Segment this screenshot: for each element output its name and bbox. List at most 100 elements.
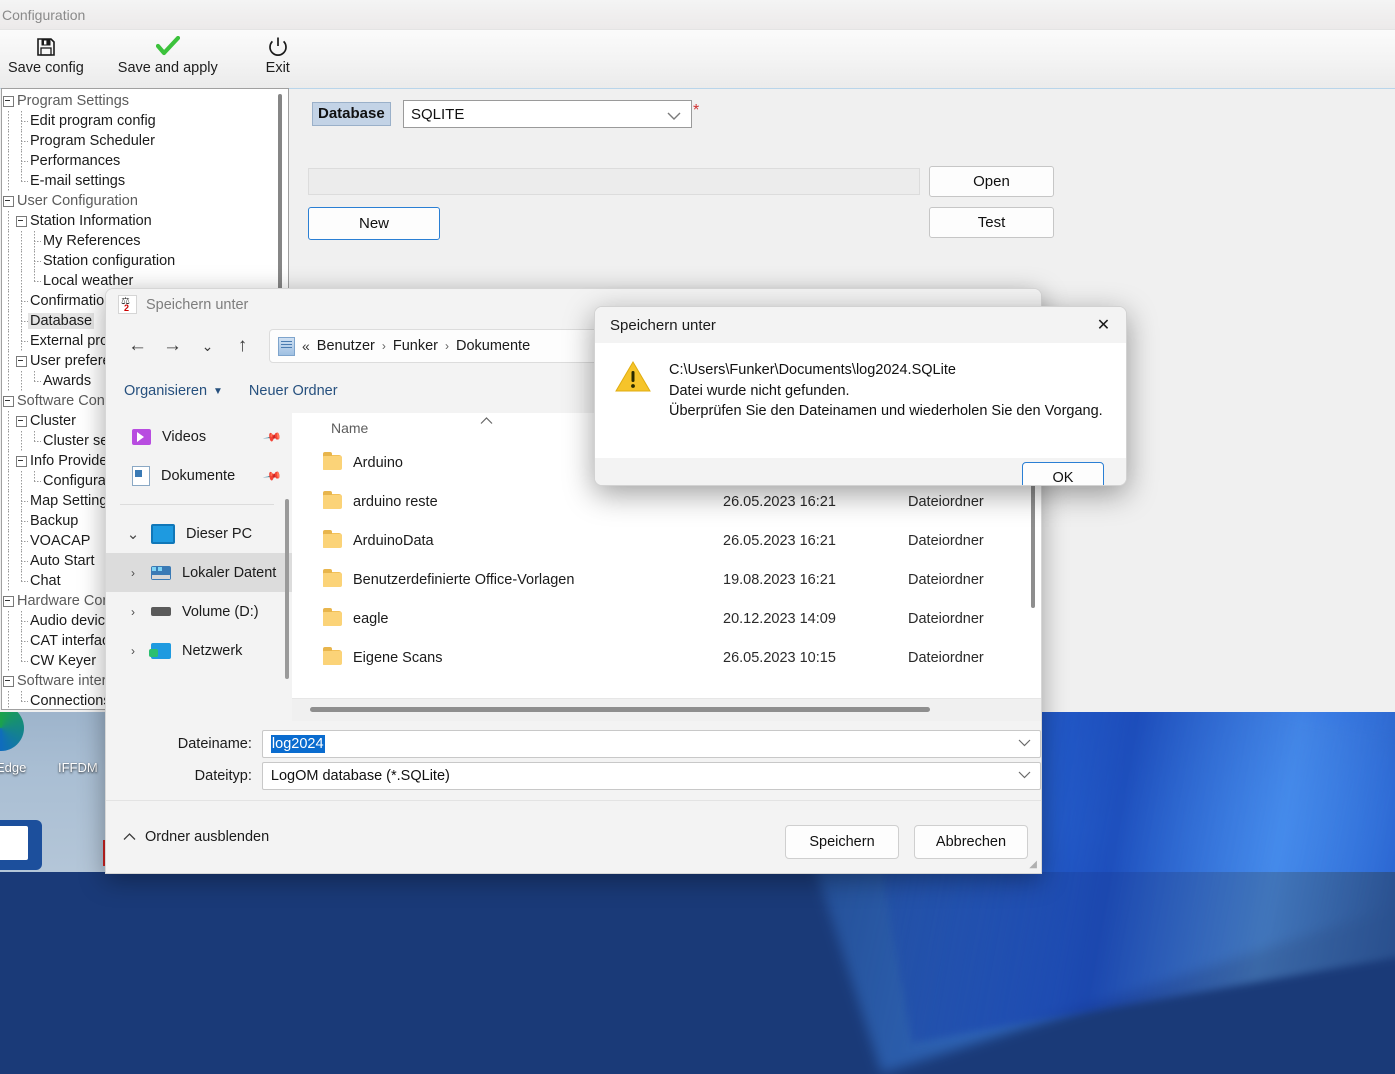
error-dialog-title: Speichern unter xyxy=(610,316,716,334)
sidebar-item-videos[interactable]: Videos 📌 xyxy=(106,417,292,456)
tree-item-e-mail-settings[interactable]: E-mail settings xyxy=(2,171,288,191)
breadcrumb-item-funker[interactable]: Funker xyxy=(393,338,438,354)
tree-expander-icon[interactable] xyxy=(2,191,15,211)
file-type-cell: Dateiordner xyxy=(908,571,984,588)
database-path-field[interactable] xyxy=(308,168,920,195)
tree-guide xyxy=(2,611,15,631)
folder-icon xyxy=(323,608,342,626)
file-list-row[interactable]: eagle 20.12.2023 14:09 Dateiordner xyxy=(292,599,1041,638)
tree-expander-icon[interactable] xyxy=(15,351,28,371)
file-name-label: Benutzerdefinierte Office-Vorlagen xyxy=(353,571,575,588)
error-line-path: C:\Users\Funker\Documents\log2024.SQLite xyxy=(669,362,956,378)
resize-grip[interactable]: ◢ xyxy=(1029,859,1037,870)
save-and-apply-button[interactable]: Save and apply xyxy=(112,30,224,78)
app-icon[interactable] xyxy=(0,820,42,870)
tree-item-program-settings[interactable]: Program Settings xyxy=(2,91,288,111)
file-dialog-sidebar[interactable]: Videos 📌 Dokumente 📌 ⌄ Dieser PC › Lokaler Date… xyxy=(106,413,292,721)
error-dialog-titlebar: Speichern unter ✕ xyxy=(595,307,1126,343)
column-header-name[interactable]: Name xyxy=(292,420,368,436)
tree-item-user-configuration[interactable]: User Configuration xyxy=(2,191,288,211)
ok-button[interactable]: OK xyxy=(1022,462,1104,485)
test-button[interactable]: Test xyxy=(929,207,1054,238)
file-date-cell: 26.05.2023 16:21 xyxy=(723,493,836,510)
new-folder-button[interactable]: Neuer Ordner xyxy=(249,383,338,399)
sidebar-item-dokumente[interactable]: Dokumente 📌 xyxy=(106,456,292,495)
tree-branch-icon xyxy=(28,471,41,491)
tree-guide xyxy=(15,371,28,391)
tree-item-performances[interactable]: Performances xyxy=(2,151,288,171)
back-button[interactable]: ← xyxy=(120,330,155,362)
folder-icon xyxy=(323,452,342,470)
breadcrumb-overflow[interactable]: « xyxy=(302,338,310,354)
tree-expander-icon[interactable] xyxy=(15,411,28,431)
chevron-right-icon[interactable]: › xyxy=(126,566,140,580)
up-button[interactable]: ↑ xyxy=(225,330,260,362)
new-button[interactable]: New xyxy=(308,207,440,240)
tree-item-my-references[interactable]: My References xyxy=(2,231,288,251)
sidebar-item-lokaler-datent[interactable]: › Lokaler Datent xyxy=(106,553,292,592)
file-dialog-fields: Dateiname: log2024 Dateityp: LogOM datab… xyxy=(106,721,1041,794)
tree-guide xyxy=(2,491,15,511)
chevron-right-icon[interactable]: › xyxy=(126,644,140,658)
chevron-down-icon[interactable] xyxy=(1018,736,1031,750)
error-message-text: C:\Users\Funker\Documents\log2024.SQLite… xyxy=(669,360,1103,458)
tree-item-label: Connections xyxy=(30,693,111,709)
tree-guide xyxy=(2,111,15,131)
hide-folders-label: Ordner ausblenden xyxy=(145,829,270,845)
file-list-horizontal-scrollbar-thumb[interactable] xyxy=(310,707,930,712)
sidebar-item-dieser-pc[interactable]: ⌄ Dieser PC xyxy=(106,514,292,553)
forward-button[interactable]: → xyxy=(155,330,190,362)
tree-expander-icon[interactable] xyxy=(2,591,15,611)
tree-expander-icon[interactable] xyxy=(2,91,15,111)
file-list-horizontal-scrollbar[interactable] xyxy=(292,698,1041,721)
tree-guide xyxy=(2,511,15,531)
tree-item-program-scheduler[interactable]: Program Scheduler xyxy=(2,131,288,151)
sidebar-item-volume-d-[interactable]: › Volume (D:) xyxy=(106,592,292,631)
tree-expander-icon[interactable] xyxy=(2,391,15,411)
desktop-icon-label[interactable]: Edge xyxy=(0,760,26,775)
sidebar-scrollbar-thumb[interactable] xyxy=(285,499,289,679)
file-name-cell: Eigene Scans xyxy=(292,647,723,666)
file-list-row[interactable]: Eigene Scans 26.05.2023 10:15 Dateiordner xyxy=(292,638,1041,677)
exit-button[interactable]: Exit xyxy=(246,30,310,78)
breadcrumb-item-dokumente[interactable]: Dokumente xyxy=(456,338,530,354)
filetype-select[interactable]: LogOM database (*.SQLite) xyxy=(261,761,1041,790)
hide-folders-toggle[interactable]: Ordner ausblenden xyxy=(123,829,269,845)
recent-locations-button[interactable]: ⌄ xyxy=(190,330,225,362)
file-list-row[interactable]: Benutzerdefinierte Office-Vorlagen 19.08.… xyxy=(292,560,1041,599)
organize-menu-button[interactable]: Organisieren ▼ xyxy=(124,383,223,399)
desktop-icon-label[interactable]: IFFDM xyxy=(58,760,98,775)
chevron-down-icon[interactable]: ⌄ xyxy=(126,525,140,543)
tree-branch-icon xyxy=(28,251,41,271)
file-name-cell: eagle xyxy=(292,608,723,627)
tree-item-station-information[interactable]: Station Information xyxy=(2,211,288,231)
cancel-button[interactable]: Abbrechen xyxy=(914,825,1028,859)
desktop-icon-area: Edge IFFDM xyxy=(0,700,115,872)
breadcrumb-item-benutzer[interactable]: Benutzer xyxy=(317,338,375,354)
tree-item-label: Chat xyxy=(30,573,61,589)
save-config-button[interactable]: Save config xyxy=(2,30,90,78)
tree-guide xyxy=(2,331,15,351)
pin-icon[interactable]: 📌 xyxy=(262,465,282,485)
sidebar-item-netzwerk[interactable]: › Netzwerk xyxy=(106,631,292,670)
save-button[interactable]: Speichern xyxy=(785,825,899,859)
documents-folder-icon xyxy=(278,336,295,356)
filename-input[interactable]: log2024 xyxy=(261,729,1041,758)
file-list-row[interactable]: arduino reste 26.05.2023 16:21 Dateiordner xyxy=(292,482,1041,521)
tree-expander-icon[interactable] xyxy=(15,451,28,471)
open-button[interactable]: Open xyxy=(929,166,1054,197)
tree-item-edit-program-config[interactable]: Edit program config xyxy=(2,111,288,131)
pin-icon[interactable]: 📌 xyxy=(262,426,282,446)
tree-branch-icon xyxy=(15,491,28,511)
tree-item-station-configuration[interactable]: Station configuration xyxy=(2,251,288,271)
database-type-value: SQLITE xyxy=(411,105,465,123)
close-icon[interactable]: ✕ xyxy=(1081,307,1126,343)
file-dialog-title: Speichern unter xyxy=(146,296,249,313)
tree-expander-icon[interactable] xyxy=(2,671,15,691)
database-type-select[interactable]: SQLITE xyxy=(403,100,692,128)
chevron-down-icon[interactable] xyxy=(1018,768,1031,782)
tree-expander-icon[interactable] xyxy=(15,211,28,231)
folder-icon xyxy=(323,647,342,665)
chevron-right-icon[interactable]: › xyxy=(126,605,140,619)
file-list-row[interactable]: ArduinoData 26.05.2023 16:21 Dateiordner xyxy=(292,521,1041,560)
